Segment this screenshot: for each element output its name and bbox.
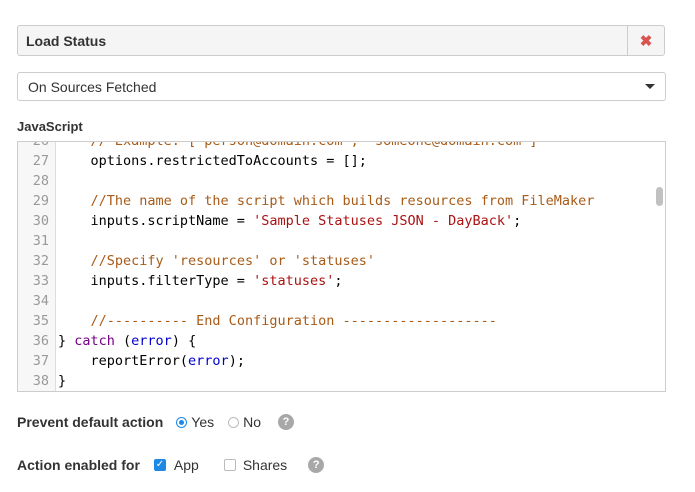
- code-text: //Specify 'resources' or 'statuses': [58, 251, 375, 271]
- code-line: 33 inputs.filterType = 'statuses';: [18, 271, 665, 291]
- line-number: 28: [32, 173, 49, 189]
- prevent-default-label: Prevent default action: [17, 414, 164, 430]
- editor-scrollbar-thumb[interactable]: [656, 187, 663, 206]
- checkbox-shares[interactable]: [223, 459, 236, 471]
- code-line: 37 reportError(error);: [18, 351, 665, 371]
- code-line: 35 //---------- End Configuration ------…: [18, 311, 665, 331]
- trigger-select[interactable]: On Sources Fetched: [17, 72, 666, 101]
- code-token: ) {: [171, 333, 197, 349]
- line-number: 36: [32, 333, 49, 349]
- code-token: (: [114, 333, 132, 349]
- code-line: 32 //Specify 'resources' or 'statuses': [18, 251, 665, 271]
- code-token: inputs.scriptName =: [58, 213, 254, 229]
- line-number: 37: [32, 353, 49, 369]
- checkbox-shares-label: Shares: [242, 457, 288, 473]
- code-line: 36} catch (error) {: [18, 331, 665, 351]
- line-number: 32: [32, 253, 49, 269]
- line-number: 31: [32, 233, 49, 249]
- code-token: catch: [74, 333, 115, 349]
- javascript-label: JavaScript: [17, 119, 83, 134]
- code-text: //The name of the script which builds re…: [58, 191, 595, 211]
- code-token: error: [131, 333, 172, 349]
- action-enabled-label: Action enabled for: [17, 457, 140, 473]
- code-text: // Example: ['person@domain.com', 'someo…: [58, 141, 538, 151]
- code-text: options.restrictedToAccounts = [];: [58, 151, 367, 171]
- line-number: 29: [32, 193, 49, 209]
- code-line: 34: [18, 291, 665, 311]
- radio-yes-label: Yes: [191, 414, 215, 430]
- code-line: 31: [18, 231, 665, 251]
- code-line: 26 // Example: ['person@domain.com', 'so…: [18, 141, 665, 151]
- trigger-select-value: On Sources Fetched: [28, 78, 157, 95]
- code-line: 28: [18, 171, 665, 191]
- action-name-field-wrapper: ✖: [17, 25, 665, 56]
- question-circle-icon[interactable]: ?: [278, 414, 295, 430]
- code-token: //---------- End Configuration ---------…: [90, 313, 497, 329]
- line-number: 26: [32, 141, 49, 149]
- action-enabled-row: Action enabled for ✓ App Shares ?: [17, 457, 325, 473]
- code-text: inputs.filterType = 'statuses';: [58, 271, 343, 291]
- times-icon: ✖: [639, 32, 653, 50]
- app-option[interactable]: ✓ App: [153, 457, 199, 473]
- code-text: } catch (error) {: [58, 331, 196, 351]
- code-text: //---------- End Configuration ---------…: [58, 311, 497, 331]
- code-text: reportError(error);: [58, 351, 245, 371]
- code-token: //Specify 'resources' or 'statuses': [90, 253, 375, 269]
- code-token: error: [188, 353, 229, 369]
- prevent-default-yes-option[interactable]: Yes: [176, 414, 214, 430]
- code-token: //The name of the script which builds re…: [90, 193, 595, 209]
- code-token: 'statuses': [253, 273, 335, 289]
- code-editor[interactable]: 26 // Example: ['person@domain.com', 'so…: [17, 141, 666, 392]
- shares-option[interactable]: Shares: [223, 457, 288, 473]
- line-number: 38: [32, 373, 49, 389]
- code-line: 30 inputs.scriptName = 'Sample Statuses …: [18, 211, 665, 231]
- code-line: 38}: [18, 371, 665, 391]
- checkbox-app-label: App: [173, 457, 199, 473]
- code-text: }: [58, 371, 66, 391]
- code-lines: 26 // Example: ['person@domain.com', 'so…: [18, 141, 665, 391]
- code-text: inputs.scriptName = 'Sample Statuses JSO…: [58, 211, 522, 231]
- code-token: 'Sample Statuses JSON - DayBack': [253, 213, 514, 229]
- prevent-default-row: Prevent default action Yes No ?: [17, 414, 295, 430]
- action-name-input[interactable]: [18, 26, 627, 55]
- radio-no[interactable]: [228, 416, 240, 428]
- question-circle-icon[interactable]: ?: [308, 457, 325, 473]
- code-token: ;: [334, 273, 343, 289]
- code-token: }: [58, 333, 75, 349]
- code-token: }: [58, 373, 67, 389]
- code-token: ;: [513, 213, 522, 229]
- line-number: 27: [32, 153, 49, 169]
- prevent-default-no-option[interactable]: No: [228, 414, 261, 430]
- radio-yes[interactable]: [176, 416, 188, 428]
- code-token: options.restrictedToAccounts = [];: [58, 153, 367, 169]
- line-number: 33: [32, 273, 49, 289]
- clear-button[interactable]: ✖: [627, 26, 664, 55]
- code-token: );: [228, 353, 245, 369]
- line-number: 34: [32, 293, 49, 309]
- code-token: reportError(: [58, 353, 189, 369]
- code-token: // Example: ['person@domain.com', 'someo…: [90, 141, 538, 149]
- code-line: 27 options.restrictedToAccounts = [];: [18, 151, 665, 171]
- code-token: inputs.filterType =: [58, 273, 254, 289]
- checkbox-app[interactable]: ✓: [153, 459, 166, 471]
- code-line: 29 //The name of the script which builds…: [18, 191, 665, 211]
- radio-no-label: No: [243, 414, 262, 430]
- line-number: 35: [32, 313, 49, 329]
- caret-down-icon: [645, 84, 655, 89]
- line-number: 30: [32, 213, 49, 229]
